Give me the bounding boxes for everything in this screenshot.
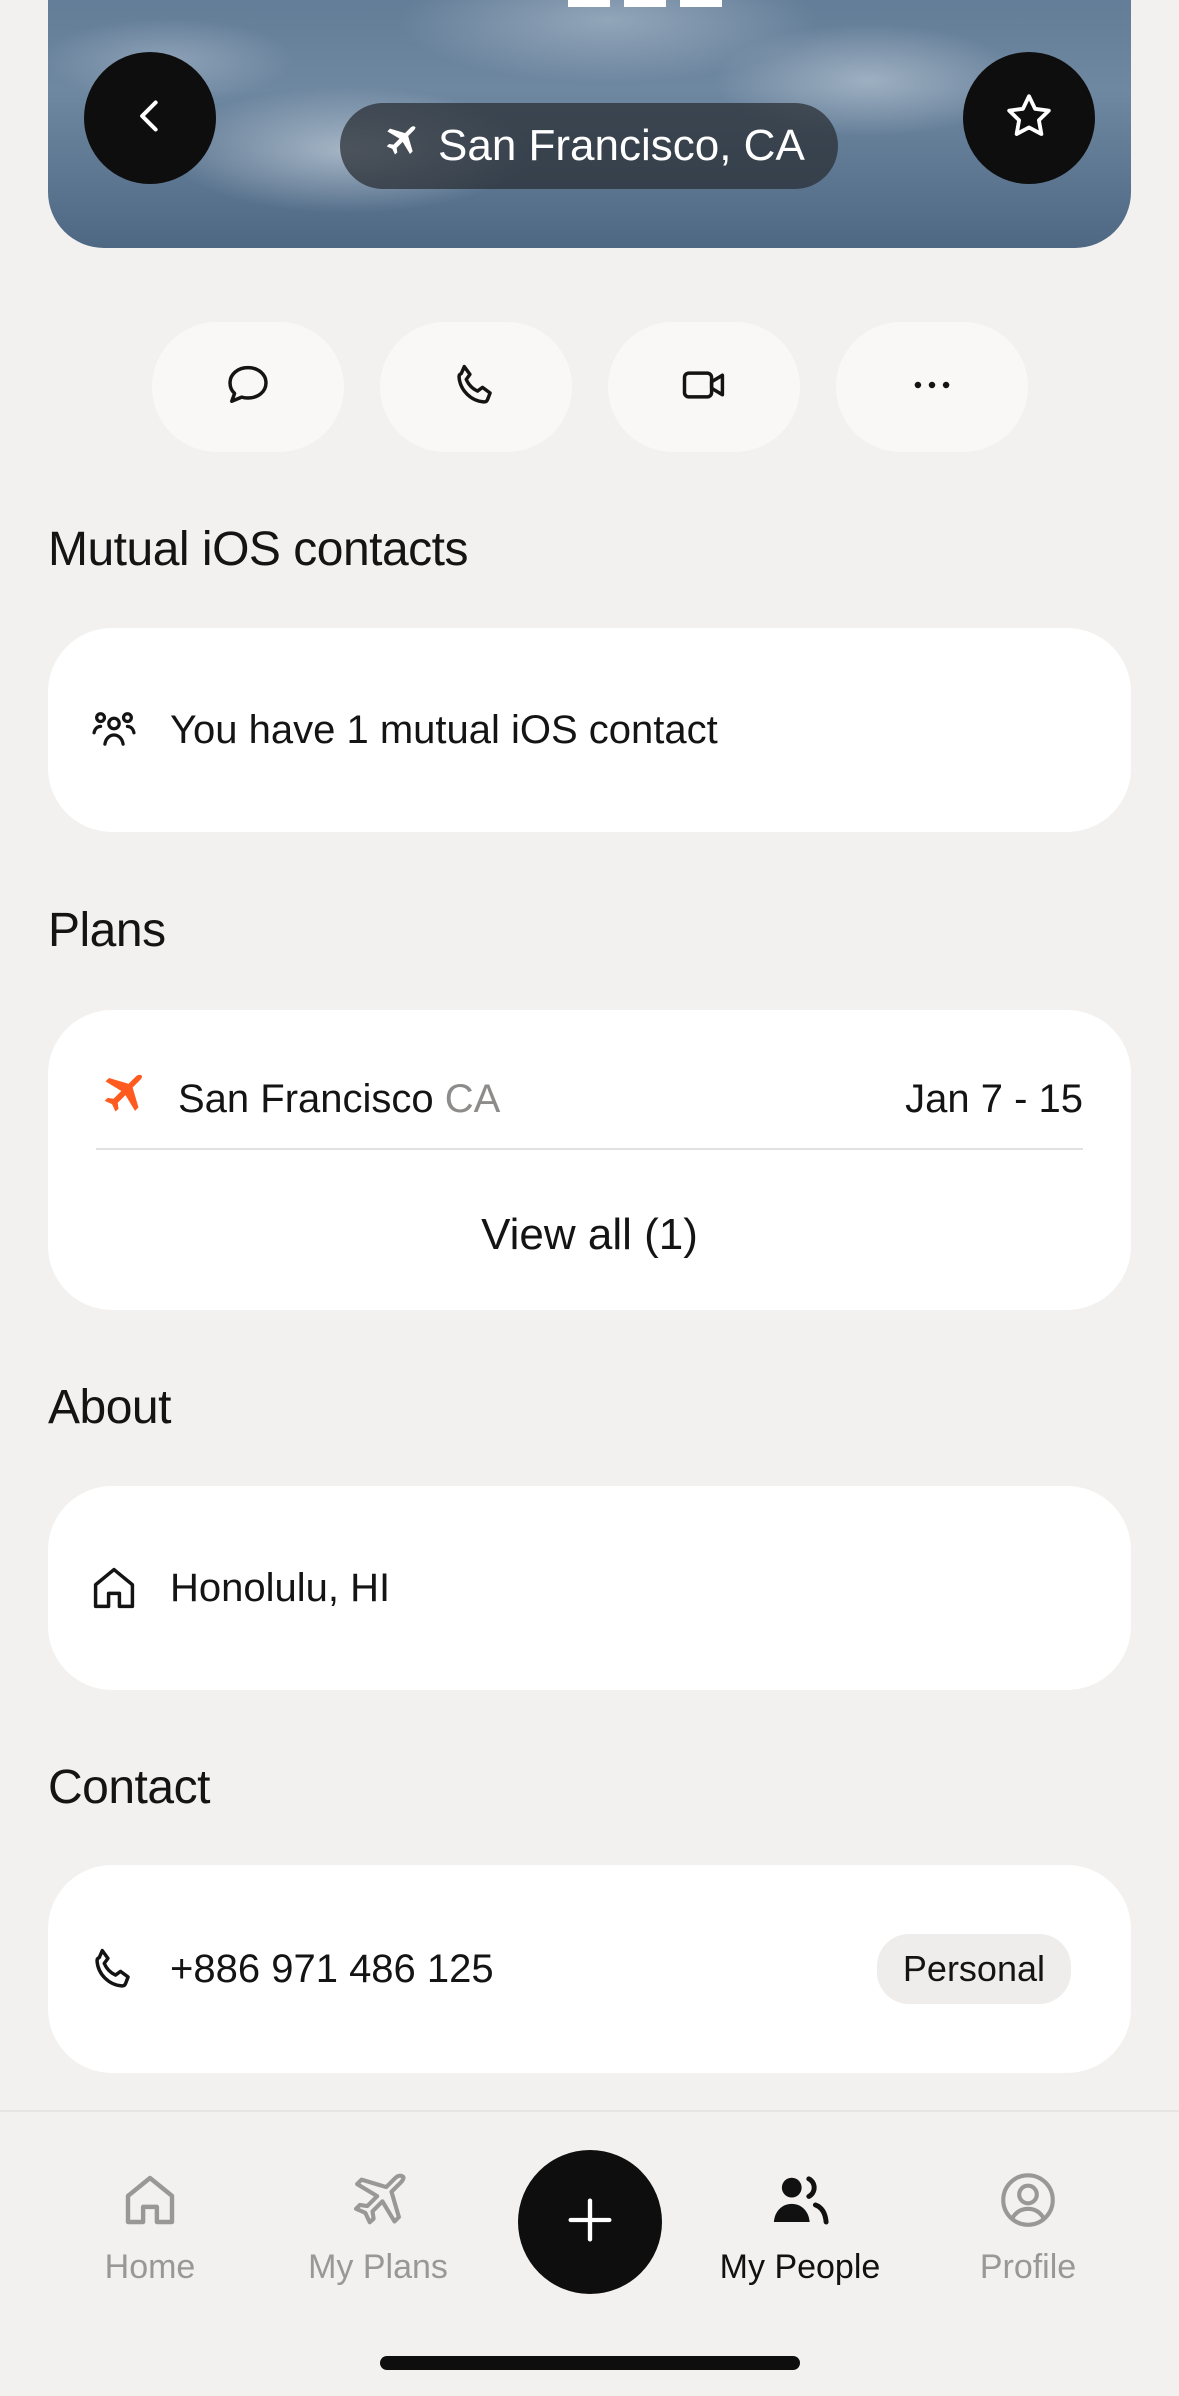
user-circle-icon (995, 2167, 1061, 2242)
plan-dates: Jan 7 - 15 (905, 1076, 1083, 1121)
view-all-plans-button[interactable]: View all (1) (48, 1210, 1131, 1260)
phone-icon (450, 359, 502, 416)
tab-profile-label: Profile (979, 2248, 1077, 2286)
phone-label-badge: Personal (876, 1934, 1071, 2004)
plan-city: San Francisco (178, 1076, 434, 1121)
people-group-icon (88, 704, 140, 756)
contact-title: Contact (48, 1761, 210, 1814)
phone-icon (88, 1943, 140, 1995)
tab-home-label: Home (104, 2248, 196, 2286)
contact-phone-card[interactable]: +886 971 486 125 Personal (48, 1865, 1131, 2073)
more-dots-icon (906, 359, 958, 416)
airplane-icon (345, 2167, 411, 2242)
plan-state: CA (444, 1076, 501, 1121)
quick-actions (152, 322, 1028, 452)
home-indicator (380, 2356, 800, 2370)
tab-profile[interactable]: Profile (928, 2167, 1128, 2287)
home-location: Honolulu, HI (170, 1565, 391, 1610)
mutual-contacts-text: You have 1 mutual iOS contact (170, 707, 718, 752)
message-button[interactable] (152, 322, 344, 452)
home-icon (117, 2167, 183, 2242)
airplane-icon (96, 1068, 148, 1130)
add-button[interactable] (518, 2150, 662, 2294)
location-pill-label: San Francisco, CA (438, 121, 805, 170)
hero-page-indicator (568, 0, 722, 7)
tab-home[interactable]: Home (50, 2167, 250, 2287)
mutual-contacts-title: Mutual iOS contacts (48, 523, 469, 576)
chat-bubble-icon (222, 359, 274, 416)
video-call-button[interactable] (608, 322, 800, 452)
airplane-icon (380, 121, 420, 172)
tab-my-plans[interactable]: My Plans (278, 2167, 478, 2287)
plan-item[interactable]: San Francisco CA Jan 7 - 15 (96, 1050, 1083, 1150)
plans-title: Plans (48, 904, 166, 957)
mutual-contacts-card[interactable]: You have 1 mutual iOS contact (48, 628, 1131, 832)
home-icon (88, 1562, 140, 1614)
chevron-left-icon (123, 89, 177, 148)
more-button[interactable] (836, 322, 1028, 452)
tab-my-plans-label: My Plans (308, 2248, 448, 2286)
star-icon (1002, 89, 1056, 148)
phone-number: +886 971 486 125 (170, 1946, 494, 1991)
tab-bar: Home My Plans My People Profile (0, 2110, 1179, 2396)
location-pill: San Francisco, CA (340, 103, 838, 189)
plus-icon (561, 2191, 619, 2254)
tab-my-people[interactable]: My People (700, 2167, 900, 2287)
call-button[interactable] (380, 322, 572, 452)
favorite-button[interactable] (963, 52, 1095, 184)
back-button[interactable] (84, 52, 216, 184)
people-icon (767, 2167, 833, 2242)
about-title: About (48, 1381, 171, 1434)
plans-card: San Francisco CA Jan 7 - 15 View all (1) (48, 1010, 1131, 1310)
video-camera-icon (678, 359, 730, 416)
tab-my-people-label: My People (719, 2248, 881, 2286)
about-home-card: Honolulu, HI (48, 1486, 1131, 1690)
